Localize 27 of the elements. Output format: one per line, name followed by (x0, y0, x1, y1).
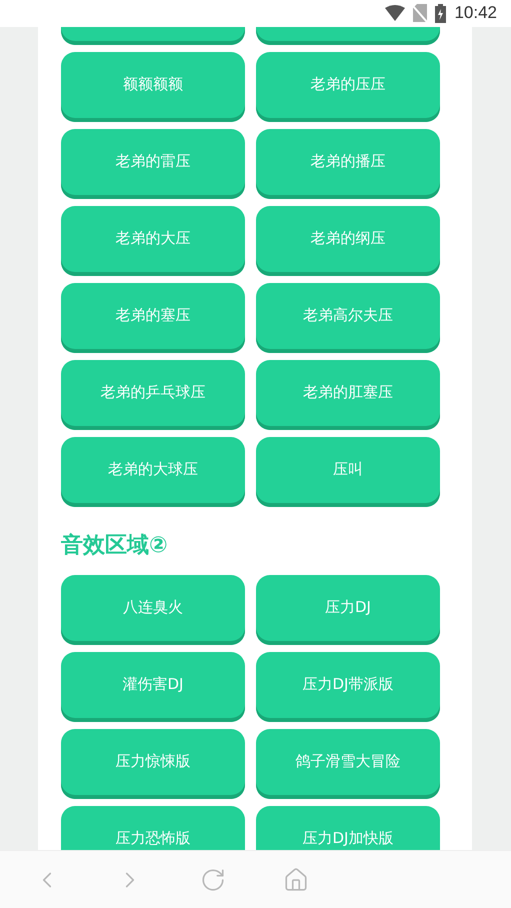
status-time: 10:42 (454, 3, 497, 24)
sound-button[interactable]: 老弟高尔夫压 (256, 282, 440, 353)
sound-button[interactable]: 压力DJ加快版 (256, 806, 440, 850)
sound-button[interactable]: 压叫 (256, 436, 440, 507)
sound-button[interactable]: 压力恐怖版 (61, 806, 245, 850)
sound-button[interactable]: 老弟的肛塞压 (256, 360, 440, 430)
sound-button[interactable]: 压力DJ (256, 574, 440, 645)
sound-button[interactable]: 八连臭火 (61, 574, 245, 645)
sound-button[interactable]: 压力惊悚版 (61, 728, 245, 799)
reload-icon[interactable] (200, 866, 226, 893)
sound-button[interactable]: 老弟的播压 (256, 128, 440, 199)
no-sim-icon (413, 4, 428, 22)
sound-button[interactable]: 老弟的雷压 (61, 128, 245, 199)
sound-button[interactable]: 老弟的纲压 (256, 206, 440, 276)
sound-button[interactable]: 鸽子滑雪大冒险 (256, 728, 440, 799)
sound-button[interactable]: 老弟的大球压 (61, 436, 245, 507)
sound-button[interactable]: 老弟的压压 (256, 52, 440, 122)
sound-button[interactable]: 老弟的塞压 (61, 282, 245, 353)
wifi-icon (385, 5, 406, 22)
sound-button[interactable]: 压力DJ带派版 (256, 652, 440, 722)
section-title: 音效区域② (61, 532, 169, 560)
battery-icon (435, 4, 446, 23)
sound-button[interactable]: 老弟的乒乓球压 (61, 360, 245, 430)
sound-button[interactable]: 老弟的大压 (61, 206, 245, 276)
home-icon[interactable] (283, 866, 309, 893)
sound-button[interactable]: 额额额额 (61, 52, 245, 122)
sound-button[interactable]: 灌伤害DJ (61, 652, 245, 722)
